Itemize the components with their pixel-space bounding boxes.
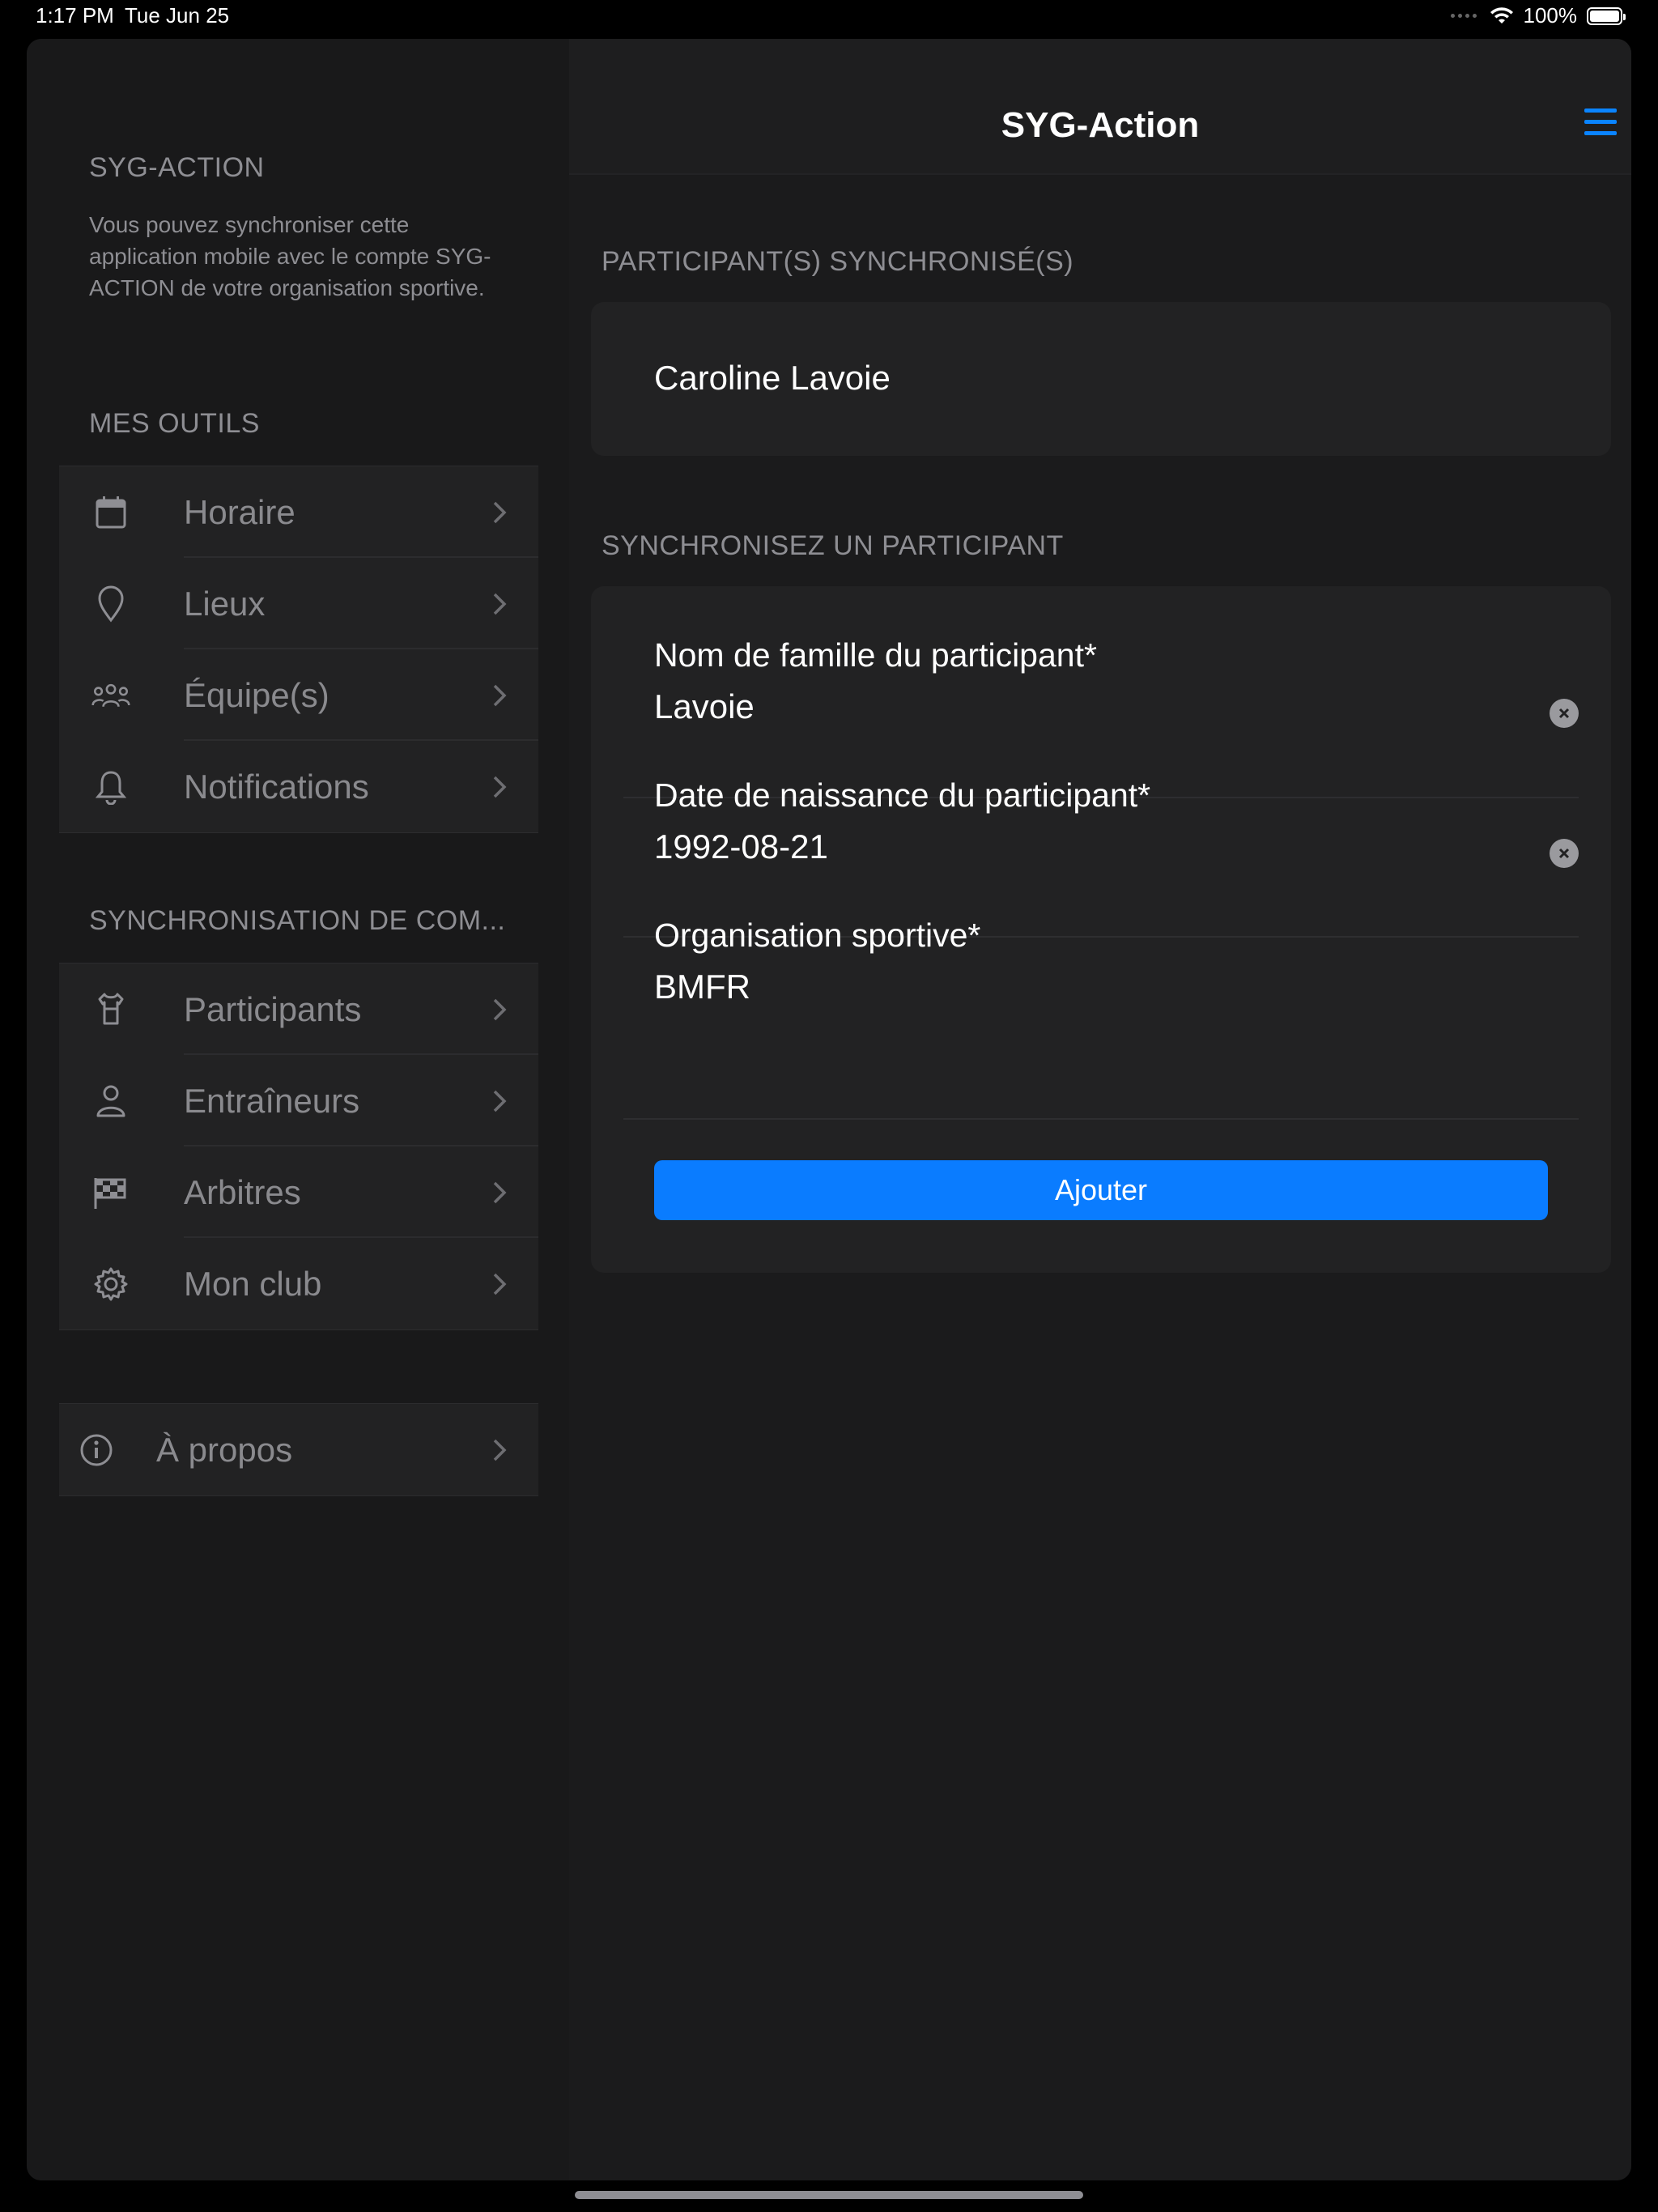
calendar-icon (91, 493, 130, 532)
synced-participants-card: Caroline Lavoie (591, 302, 1611, 456)
birthdate-field[interactable]: Date de naissance du participant* 1992-0… (654, 776, 1579, 866)
team-icon (91, 676, 130, 715)
sidebar-item-arbitres[interactable]: Arbitres (59, 1146, 538, 1238)
about-group: À propos (59, 1403, 538, 1496)
home-indicator[interactable] (575, 2191, 1083, 2199)
sync-group: Participants Entraîneurs Arbitres Mon cl… (59, 963, 538, 1330)
tools-section-title: MES OUTILS (89, 408, 260, 439)
sidebar-item-horaire[interactable]: Horaire (59, 466, 538, 558)
navigation-bar: SYG-Action (569, 39, 1631, 175)
info-icon (77, 1431, 116, 1470)
clear-last-name-icon[interactable] (1550, 699, 1579, 728)
sidebar-item-participants[interactable]: Participants (59, 963, 538, 1055)
hamburger-menu-icon[interactable] (1584, 108, 1617, 138)
sidebar-item-mon-club[interactable]: Mon club (59, 1238, 538, 1329)
sidebar-item-label: Entraîneurs (184, 1081, 360, 1120)
synced-participant-name[interactable]: Caroline Lavoie (654, 359, 891, 398)
sidebar-item-equipes[interactable]: Équipe(s) (59, 649, 538, 741)
chevron-right-icon (493, 776, 507, 798)
sidebar: SYG-ACTION Vous pouvez synchroniser cett… (27, 39, 569, 2180)
tools-group: Horaire Lieux Équipe(s) Notifications (59, 466, 538, 833)
status-indicators: 100% (1450, 3, 1626, 28)
sidebar-item-label: Équipe(s) (184, 675, 329, 714)
person-icon (91, 1082, 130, 1121)
status-date: Tue Jun 25 (125, 3, 230, 28)
synced-participants-header: PARTICIPANT(S) SYNCHRONISÉ(S) (602, 246, 1074, 277)
sidebar-item-entraineurs[interactable]: Entraîneurs (59, 1055, 538, 1146)
checkered-flag-icon (91, 1173, 130, 1212)
gear-icon (91, 1265, 130, 1304)
chevron-right-icon (493, 998, 507, 1020)
status-time: 1:17 PM (36, 3, 114, 28)
chevron-right-icon (493, 1090, 507, 1112)
sidebar-item-a-propos[interactable]: À propos (59, 1404, 538, 1495)
sidebar-item-label: À propos (156, 1430, 293, 1469)
chevron-right-icon (493, 593, 507, 615)
chevron-right-icon (493, 501, 507, 523)
jersey-icon (91, 990, 130, 1029)
battery-percent: 100% (1523, 3, 1578, 28)
add-button[interactable]: Ajouter (654, 1160, 1548, 1220)
clear-birthdate-icon[interactable] (1550, 839, 1579, 868)
last-name-label: Nom de famille du participant* (654, 636, 1097, 674)
sidebar-item-lieux[interactable]: Lieux (59, 558, 538, 649)
sync-section-title: SYNCHRONISATION DE COM... (89, 905, 506, 936)
chevron-right-icon (493, 684, 507, 706)
sidebar-item-label: Participants (184, 989, 362, 1028)
sidebar-item-label: Horaire (184, 492, 295, 531)
sidebar-item-label: Notifications (184, 767, 369, 806)
location-pin-icon (91, 585, 130, 623)
last-name-value[interactable]: Lavoie (654, 687, 1579, 726)
sidebar-item-label: Lieux (184, 584, 266, 623)
main-panel: SYG-Action PARTICIPANT(S) SYNCHRONISÉ(S)… (569, 39, 1631, 2180)
app-window: SYG-ACTION Vous pouvez synchroniser cett… (27, 39, 1631, 2180)
organisation-value[interactable]: BMFR (654, 968, 1579, 1006)
sidebar-item-notifications[interactable]: Notifications (59, 741, 538, 832)
last-name-field[interactable]: Nom de famille du participant* Lavoie (654, 636, 1579, 726)
sidebar-item-label: Mon club (184, 1264, 322, 1303)
organisation-field[interactable]: Organisation sportive* BMFR (654, 917, 1579, 1006)
birthdate-value[interactable]: 1992-08-21 (654, 827, 1579, 866)
chevron-right-icon (493, 1181, 507, 1203)
chevron-right-icon (493, 1273, 507, 1295)
cellular-icon (1450, 14, 1477, 18)
status-bar: 1:17 PM Tue Jun 25 100% (0, 0, 1658, 39)
organisation-label: Organisation sportive* (654, 917, 981, 954)
bell-icon (91, 768, 130, 806)
sidebar-description: Vous pouvez synchroniser cette applicati… (89, 212, 491, 300)
sidebar-item-label: Arbitres (184, 1172, 301, 1211)
battery-icon (1587, 6, 1626, 25)
chevron-right-icon (493, 1439, 507, 1461)
page-title: SYG-Action (1001, 105, 1200, 145)
birthdate-label: Date de naissance du participant* (654, 776, 1151, 814)
wifi-icon (1490, 6, 1513, 23)
sync-participant-header: SYNCHRONISEZ UN PARTICIPANT (602, 530, 1064, 561)
sync-participant-form: Nom de famille du participant* Lavoie Da… (591, 586, 1611, 1273)
sidebar-app-title: SYG-ACTION (89, 152, 265, 183)
